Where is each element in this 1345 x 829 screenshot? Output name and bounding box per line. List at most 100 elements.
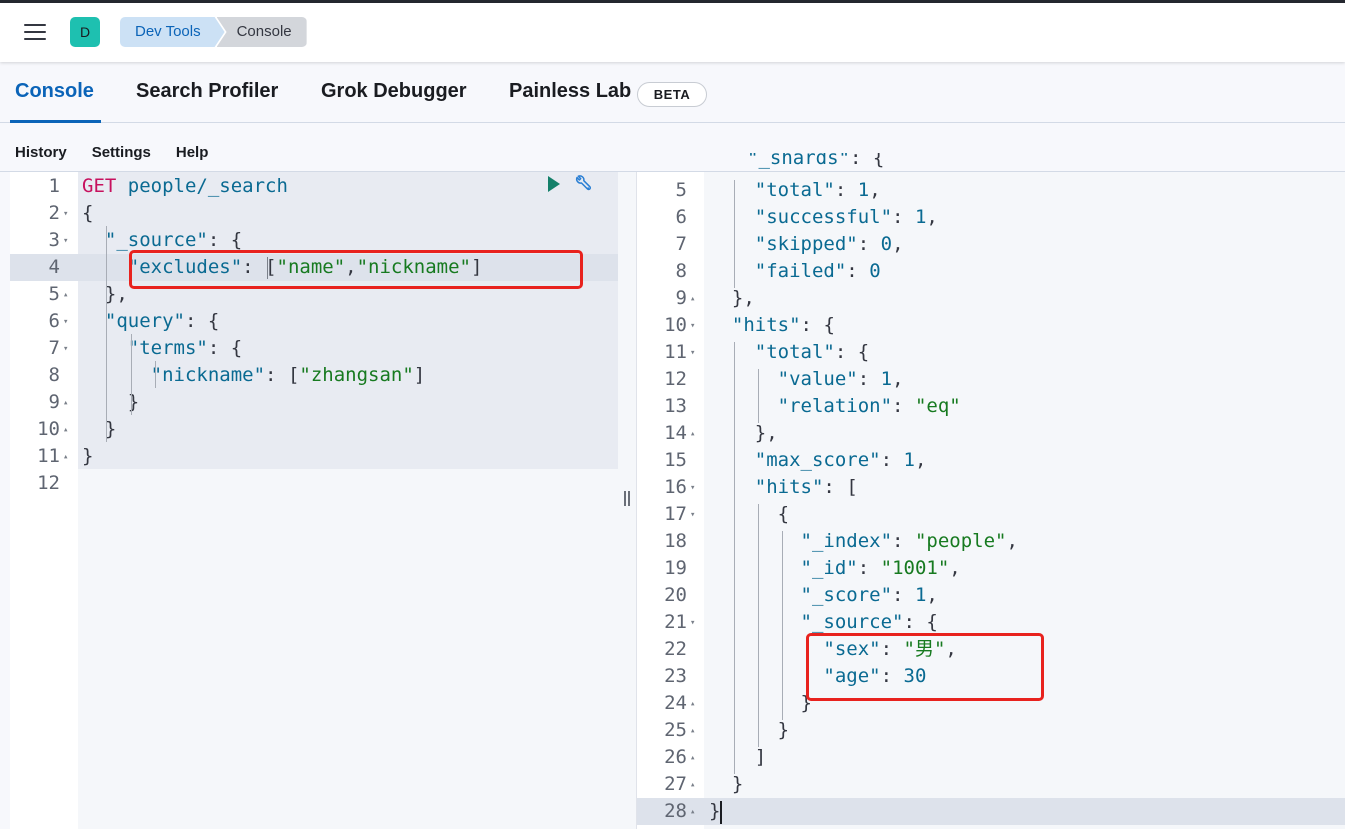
line-number: 21 <box>664 611 687 633</box>
line-number: 9 <box>48 391 60 413</box>
active-tab-indicator <box>10 120 101 123</box>
line-number: 23 <box>664 665 687 687</box>
code-text: GET people/_search <box>82 175 288 197</box>
indent-guide <box>782 531 783 720</box>
response-viewer[interactable]: "_shards": { 5 "total": 1, 6 "successful"… <box>636 153 1345 829</box>
line-number: 6 <box>48 310 60 332</box>
fold-collapse-icon[interactable]: ▾ <box>63 309 68 336</box>
line-number: 28 <box>664 800 687 822</box>
code-text: "value": 1, <box>777 368 904 390</box>
breadcrumb-dev-tools[interactable]: Dev Tools <box>120 17 225 47</box>
code-text: "_index": "people", <box>800 530 1018 552</box>
line-number: 5 <box>675 179 687 201</box>
line-number: 24 <box>664 692 687 714</box>
fold-expand-icon[interactable]: ▴ <box>63 390 68 417</box>
line-number: 12 <box>37 472 60 494</box>
beta-badge: BETA <box>637 82 707 107</box>
fold-collapse-icon[interactable]: ▾ <box>63 336 68 363</box>
request-editor[interactable]: 1 GET people/_search 2 ▾{3 ▾ "_source": {4 "… <box>10 172 618 829</box>
fold-expand-icon[interactable]: ▴ <box>690 691 695 718</box>
tab-search-profiler[interactable]: Search Profiler <box>136 80 278 103</box>
line-number: 2 <box>48 202 60 224</box>
line-number: 4 <box>48 256 60 278</box>
line-number: 10 <box>664 314 687 336</box>
line-number: 7 <box>675 233 687 255</box>
code-text: "age": 30 <box>823 665 927 687</box>
line-number: 18 <box>664 530 687 552</box>
tab-console[interactable]: Console <box>15 80 94 103</box>
line-number: 12 <box>664 368 687 390</box>
code-text: { <box>82 202 94 224</box>
fold-expand-icon[interactable]: ▴ <box>63 282 68 309</box>
line-number: 3 <box>48 229 60 251</box>
indent-guide <box>758 504 759 747</box>
app-header: D Dev Tools Console <box>0 3 1345 62</box>
line-number: 14 <box>664 422 687 444</box>
line-number: 19 <box>664 557 687 579</box>
tab-grok-debugger[interactable]: Grok Debugger <box>321 80 467 103</box>
fold-collapse-icon[interactable]: ▾ <box>690 502 695 529</box>
tab-painless-lab[interactable]: Painless Lab <box>509 80 631 103</box>
line-number: 16 <box>664 476 687 498</box>
hamburger-menu-icon[interactable] <box>24 24 46 40</box>
line-number: 7 <box>48 337 60 359</box>
line-number: 8 <box>675 260 687 282</box>
fold-expand-icon[interactable]: ▴ <box>690 772 695 799</box>
code-text: }, <box>104 283 128 305</box>
line-number: 9 <box>675 287 687 309</box>
code-text: } <box>731 773 744 795</box>
help-link[interactable]: Help <box>176 144 209 161</box>
fold-expand-icon[interactable]: ▴ <box>690 286 695 313</box>
code-text: "_id": "1001", <box>800 557 961 579</box>
code-text: "skipped": 0, <box>754 233 904 255</box>
line-number: 20 <box>664 584 687 606</box>
history-link[interactable]: History <box>15 144 67 161</box>
code-text: "nickname": ["zhangsan"] <box>150 364 426 386</box>
code-text: "sex": "男", <box>823 638 957 660</box>
indent-guide <box>758 369 759 423</box>
text-cursor <box>267 257 268 279</box>
code-text: "_source": { <box>800 611 938 633</box>
line-number: 13 <box>664 395 687 417</box>
line-number: 11 <box>37 445 60 467</box>
code-text: } <box>800 692 812 714</box>
text-cursor <box>720 801 722 824</box>
line-number: 6 <box>675 206 687 228</box>
play-icon[interactable] <box>548 176 560 192</box>
fold-collapse-icon[interactable]: ▾ <box>690 475 695 502</box>
fold-expand-icon[interactable]: ▴ <box>63 444 68 471</box>
line-number: 15 <box>664 449 687 471</box>
indent-guide <box>806 639 807 693</box>
response-partial-line: "_shards": { <box>747 153 885 169</box>
code-text: } <box>777 719 790 741</box>
fold-collapse-icon[interactable]: ▾ <box>690 340 695 367</box>
line-number: 17 <box>664 503 687 525</box>
console-subnav: History Settings Help <box>15 144 233 161</box>
line-number: 1 <box>48 175 60 197</box>
fold-expand-icon[interactable]: ▴ <box>690 718 695 745</box>
line-number: 25 <box>664 719 687 741</box>
code-text: }, <box>731 287 755 309</box>
fold-collapse-icon[interactable]: ▾ <box>63 228 68 255</box>
fold-expand-icon[interactable]: ▴ <box>690 745 695 772</box>
code-text: "query": { <box>104 310 220 332</box>
breadcrumb: Dev Tools Console <box>120 17 307 47</box>
fold-collapse-icon[interactable]: ▾ <box>690 610 695 637</box>
code-text: "max_score": 1, <box>754 449 927 471</box>
response-active-line <box>637 798 1345 825</box>
fold-collapse-icon[interactable]: ▾ <box>690 313 695 340</box>
space-avatar[interactable]: D <box>70 17 100 47</box>
indent-guide <box>106 226 107 442</box>
resize-handle-icon[interactable] <box>624 491 630 506</box>
fold-expand-icon[interactable]: ▴ <box>690 421 695 448</box>
settings-link[interactable]: Settings <box>92 144 151 161</box>
code-text: } <box>82 445 94 467</box>
code-text: ] <box>754 746 767 768</box>
line-number: 10 <box>37 418 60 440</box>
fold-expand-icon[interactable]: ▴ <box>63 417 68 444</box>
wrench-icon[interactable] <box>572 174 594 196</box>
fold-collapse-icon[interactable]: ▾ <box>63 201 68 228</box>
code-text: "relation": "eq" <box>777 395 961 417</box>
fold-expand-icon[interactable]: ▴ <box>690 799 695 826</box>
code-text: "excludes": ["name","nickname"] <box>127 256 483 278</box>
